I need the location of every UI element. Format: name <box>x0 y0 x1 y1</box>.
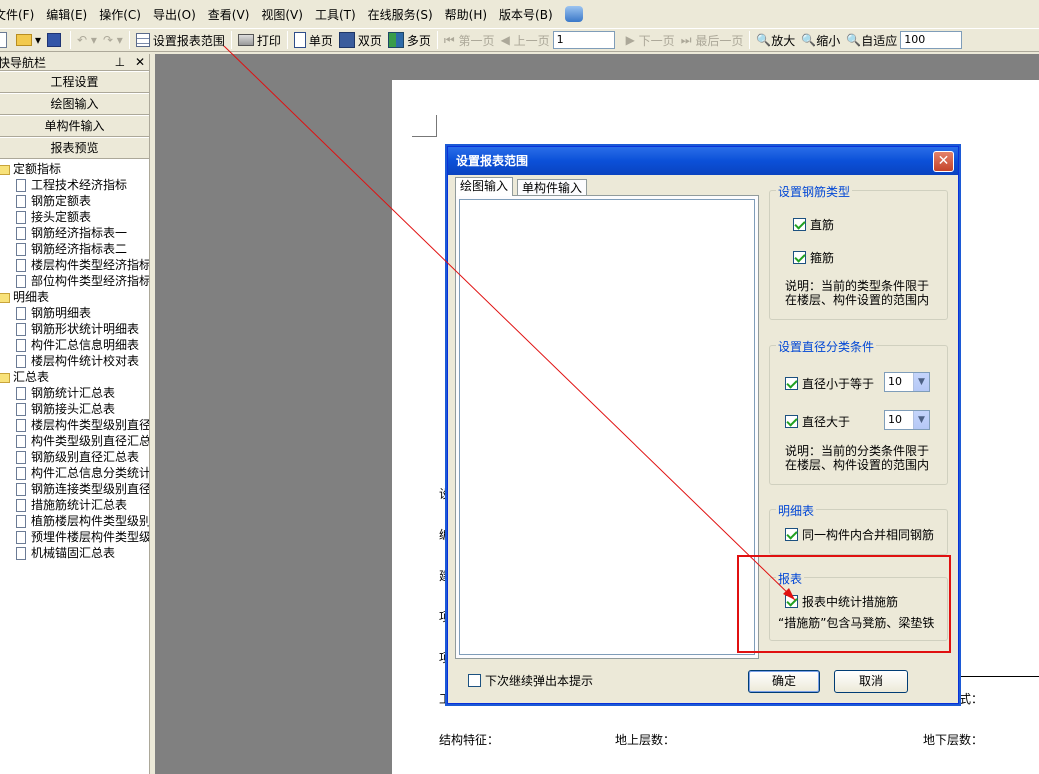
annotation-arrow <box>223 45 796 601</box>
tab-drawing-input[interactable]: 绘图输入 <box>455 177 514 196</box>
